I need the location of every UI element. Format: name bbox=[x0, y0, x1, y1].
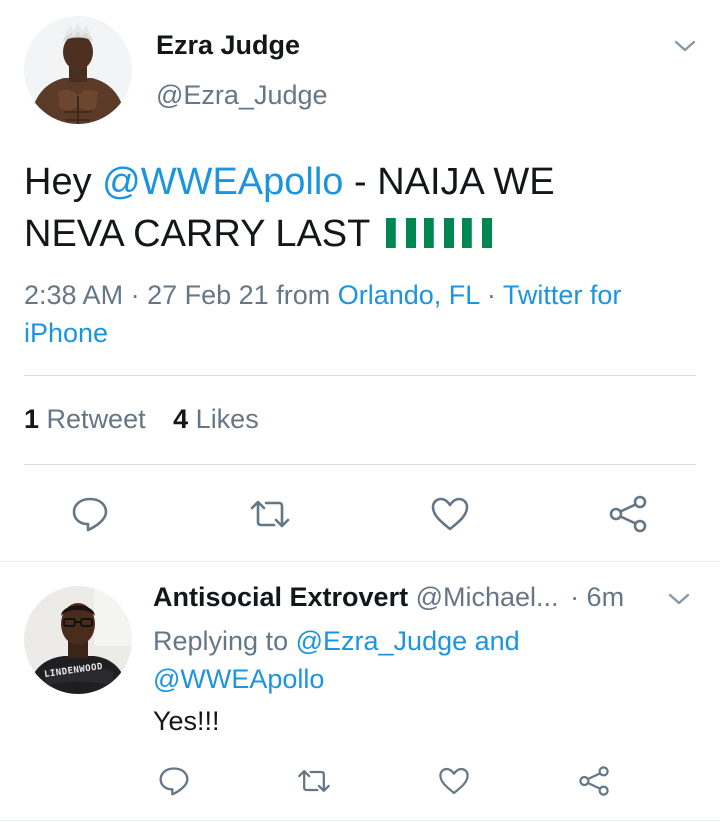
section-divider bbox=[0, 561, 720, 562]
mention-link[interactable]: @Ezra_Judge bbox=[296, 626, 468, 656]
client-link-continued[interactable]: iPhone bbox=[24, 314, 694, 352]
share-icon[interactable] bbox=[606, 494, 650, 534]
like-icon[interactable] bbox=[428, 494, 472, 534]
mention-link[interactable]: @WWEApollo bbox=[102, 161, 343, 203]
reply-author-name[interactable]: Antisocial Extrovert bbox=[153, 582, 408, 612]
tweet-text-line-1: Hey @WWEApollo - NAIJA WE bbox=[24, 161, 555, 203]
reply-author-handle[interactable]: @Michael... bbox=[416, 582, 559, 612]
retweet-icon[interactable] bbox=[294, 764, 334, 798]
replying-to: Replying to @Ezra_Judge and @WWEApollo bbox=[153, 622, 653, 698]
like-icon[interactable] bbox=[436, 764, 472, 798]
divider bbox=[24, 464, 696, 465]
author-handle[interactable]: @Ezra_Judge bbox=[156, 80, 328, 111]
share-icon[interactable] bbox=[576, 764, 612, 798]
tweet-metadata: 2:38 AM · 27 Feb 21 from Orlando, FL · T… bbox=[24, 276, 694, 352]
nigeria-flags-emoji bbox=[386, 216, 494, 250]
chevron-down-icon[interactable] bbox=[670, 34, 700, 58]
client-link[interactable]: Twitter for bbox=[503, 280, 622, 310]
retweet-icon[interactable] bbox=[246, 494, 294, 534]
reply-icon[interactable] bbox=[156, 764, 192, 798]
author-avatar[interactable] bbox=[24, 16, 132, 124]
tweet-text-line-2: NEVA CARRY LAST bbox=[24, 208, 704, 260]
tweet-time[interactable]: 2:38 AM bbox=[24, 280, 123, 310]
reply-author-avatar[interactable]: LINDENWOOD bbox=[24, 586, 132, 694]
engagement-counts: 1 Retweet 4 Likes bbox=[24, 404, 259, 435]
bottom-divider bbox=[0, 820, 720, 821]
retweet-count[interactable]: 1 Retweet bbox=[24, 404, 146, 434]
reply-header: Antisocial Extrovert @Michael... · 6m bbox=[153, 582, 624, 613]
reply-timestamp[interactable]: · 6m bbox=[570, 582, 624, 612]
like-count[interactable]: 4 Likes bbox=[173, 404, 259, 434]
author-name[interactable]: Ezra Judge bbox=[156, 30, 300, 61]
reply-text: Yes!!! bbox=[153, 706, 220, 736]
reply-icon[interactable] bbox=[68, 494, 112, 534]
mention-link[interactable]: @WWEApollo bbox=[153, 660, 653, 698]
divider bbox=[24, 375, 696, 376]
chevron-down-icon[interactable] bbox=[664, 588, 694, 610]
tweet-date[interactable]: 27 Feb 21 bbox=[147, 280, 269, 310]
tweet-text: Hey @WWEApollo - NAIJA WE NEVA CARRY LAS… bbox=[24, 156, 704, 260]
location-link[interactable]: Orlando, FL bbox=[338, 280, 480, 310]
